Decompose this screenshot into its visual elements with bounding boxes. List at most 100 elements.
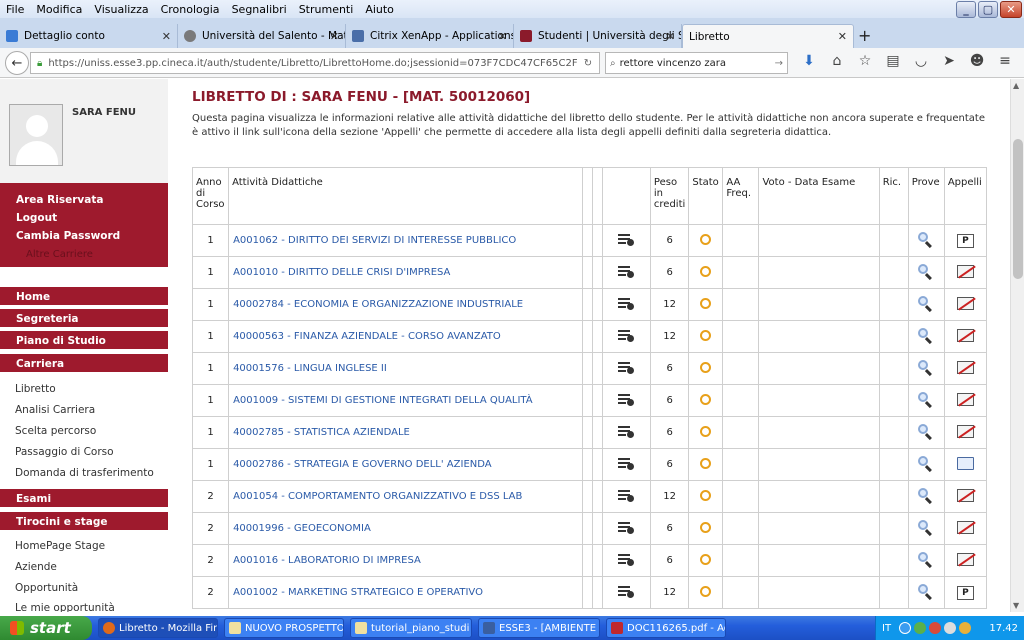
magnifier-icon[interactable] <box>918 584 934 601</box>
logout-link[interactable]: Logout <box>16 209 168 227</box>
menu-strumenti[interactable]: Strumenti <box>299 3 354 16</box>
scroll-up-icon[interactable]: ▲ <box>1013 81 1019 90</box>
area-riservata-link[interactable]: Area Riservata <box>16 191 168 209</box>
attivita-link[interactable]: A001016 - LABORATORIO DI IMPRESA <box>233 555 421 566</box>
magnifier-icon[interactable] <box>918 456 934 473</box>
task-firefox[interactable]: Libretto - Mozilla Firefox <box>98 618 218 638</box>
help-icon[interactable] <box>899 622 912 634</box>
detail-list-icon[interactable] <box>618 393 635 406</box>
pocket-icon[interactable]: ◡ <box>907 53 935 69</box>
menu-visualizza[interactable]: Visualizza <box>94 3 148 16</box>
chat-icon[interactable]: ☻ <box>963 53 991 69</box>
close-tab-icon[interactable]: ✕ <box>666 30 675 43</box>
attivita-link[interactable]: 40001576 - LINGUA INGLESE II <box>233 363 387 374</box>
start-button[interactable]: start <box>0 616 92 640</box>
close-tab-icon[interactable]: ✕ <box>838 30 847 43</box>
nav-le-mie-opportunita[interactable]: Le mie opportunità <box>15 602 115 612</box>
magnifier-icon[interactable] <box>918 264 934 281</box>
reading-list-icon[interactable]: ▤ <box>879 53 907 69</box>
magnifier-icon[interactable] <box>918 232 934 249</box>
nav-esami[interactable]: Esami <box>0 489 168 509</box>
task-tutorial[interactable]: tutorial_piano_studi [... <box>350 618 472 638</box>
cambia-password-link[interactable]: Cambia Password <box>16 227 168 245</box>
url-text[interactable]: https://uniss.esse3.pp.cineca.it/auth/st… <box>48 58 577 69</box>
nav-carriera[interactable]: Carriera <box>0 354 168 374</box>
send-icon[interactable]: ➤ <box>935 53 963 69</box>
nav-analisi-carriera[interactable]: Analisi Carriera <box>15 404 95 416</box>
nav-home[interactable]: Home <box>0 287 168 307</box>
magnifier-icon[interactable] <box>918 488 934 505</box>
menu-segnalibri[interactable]: Segnalibri <box>232 3 287 16</box>
appello-prenotabile-icon[interactable]: P <box>956 233 974 248</box>
detail-list-icon[interactable] <box>618 425 635 438</box>
scroll-down-icon[interactable]: ▼ <box>1013 601 1019 610</box>
hamburger-menu-icon[interactable]: ≡ <box>991 53 1019 69</box>
nav-libretto[interactable]: Libretto <box>15 383 56 395</box>
magnifier-icon[interactable] <box>918 328 934 345</box>
close-tab-icon[interactable]: ✕ <box>330 30 339 43</box>
nav-domanda-trasferimento[interactable]: Domanda di trasferimento <box>15 467 154 479</box>
task-pdf[interactable]: DOC116265.pdf - Ad... <box>606 618 726 638</box>
tab-universita-salento[interactable]: Università del Salento - Mater... ✕ <box>178 24 346 48</box>
task-esse3[interactable]: ESSE3 - [AMBIENTE D... <box>478 618 600 638</box>
nav-passaggio-di-corso[interactable]: Passaggio di Corso <box>15 446 114 458</box>
attivita-link[interactable]: A001002 - MARKETING STRATEGICO E OPERATI… <box>233 587 483 598</box>
attivita-link[interactable]: A001054 - COMPORTAMENTO ORGANIZZATIVO E … <box>233 491 522 502</box>
task-nuovo-prospetto[interactable]: NUOVO PROSPETTO ... <box>224 618 344 638</box>
nav-opportunita[interactable]: Opportunità <box>15 582 78 594</box>
altre-carriere-link[interactable]: Altre Carriere <box>26 249 168 260</box>
tab-studenti[interactable]: Studenti | Università degli Stu... ✕ <box>514 24 682 48</box>
new-tab-icon[interactable]: + <box>858 26 871 45</box>
download-icon[interactable]: ⬇ <box>795 53 823 69</box>
network-icon[interactable] <box>914 622 927 634</box>
attivita-link[interactable]: 40002784 - ECONOMIA E ORGANIZZAZIONE IND… <box>233 299 523 310</box>
url-bar[interactable]: 🔒︎ https://uniss.esse3.pp.cineca.it/auth… <box>30 52 600 74</box>
nav-scelta-percorso[interactable]: Scelta percorso <box>15 425 96 437</box>
menu-cronologia[interactable]: Cronologia <box>161 3 220 16</box>
magnifier-icon[interactable] <box>918 520 934 537</box>
back-button[interactable]: ← <box>5 51 29 75</box>
nav-tirocini-e-stage[interactable]: Tirocini e stage <box>0 512 168 532</box>
menu-aiuto[interactable]: Aiuto <box>365 3 394 16</box>
attivita-link[interactable]: 40002785 - STATISTICA AZIENDALE <box>233 427 410 438</box>
menu-file[interactable]: File <box>6 3 24 16</box>
detail-list-icon[interactable] <box>618 553 635 566</box>
reload-icon[interactable]: ↻ <box>577 58 599 69</box>
language-indicator[interactable]: IT <box>882 623 891 634</box>
detail-list-icon[interactable] <box>618 297 635 310</box>
magnifier-icon[interactable] <box>918 552 934 569</box>
volume-icon[interactable] <box>944 622 957 634</box>
detail-list-icon[interactable] <box>618 489 635 502</box>
attivita-link[interactable]: A001062 - DIRITTO DEI SERVIZI DI INTERES… <box>233 235 516 246</box>
nav-segreteria[interactable]: Segreteria <box>0 309 168 329</box>
nav-aziende[interactable]: Aziende <box>15 561 57 573</box>
detail-list-icon[interactable] <box>618 265 635 278</box>
attivita-link[interactable]: A001010 - DIRITTO DELLE CRISI D'IMPRESA <box>233 267 450 278</box>
magnifier-icon[interactable] <box>918 424 934 441</box>
search-input[interactable]: rettore vincenzo zara <box>620 58 726 69</box>
bookmark-star-icon[interactable]: ☆ <box>851 53 879 69</box>
antivirus-icon[interactable] <box>929 622 942 634</box>
close-window-button[interactable]: ✕ <box>1000 1 1022 18</box>
detail-list-icon[interactable] <box>618 457 635 470</box>
update-icon[interactable] <box>959 622 972 634</box>
scrollbar-thumb[interactable] <box>1013 139 1023 279</box>
detail-list-icon[interactable] <box>618 361 635 374</box>
tab-libretto[interactable]: Libretto ✕ <box>682 24 854 48</box>
attivita-link[interactable]: 40000563 - FINANZA AZIENDALE - CORSO AVA… <box>233 331 501 342</box>
detail-list-icon[interactable] <box>618 329 635 342</box>
close-tab-icon[interactable]: ✕ <box>498 30 507 43</box>
magnifier-icon[interactable] <box>918 392 934 409</box>
search-bar[interactable]: ⌕ rettore vincenzo zara → <box>605 52 788 74</box>
detail-list-icon[interactable] <box>618 233 635 246</box>
attivita-link[interactable]: A001009 - SISTEMI DI GESTIONE INTEGRATI … <box>233 395 533 406</box>
minimize-button[interactable]: _ <box>956 1 976 18</box>
tab-dettaglio-conto[interactable]: Dettaglio conto ✕ <box>0 24 178 48</box>
magnifier-icon[interactable] <box>918 360 934 377</box>
home-icon[interactable]: ⌂ <box>823 53 851 69</box>
detail-list-icon[interactable] <box>618 585 635 598</box>
attivita-link[interactable]: 40002786 - STRATEGIA E GOVERNO DELL' AZI… <box>233 459 492 470</box>
search-go-icon[interactable]: → <box>775 58 783 69</box>
appello-prenotabile-icon[interactable]: P <box>956 585 974 600</box>
close-tab-icon[interactable]: ✕ <box>162 30 171 43</box>
